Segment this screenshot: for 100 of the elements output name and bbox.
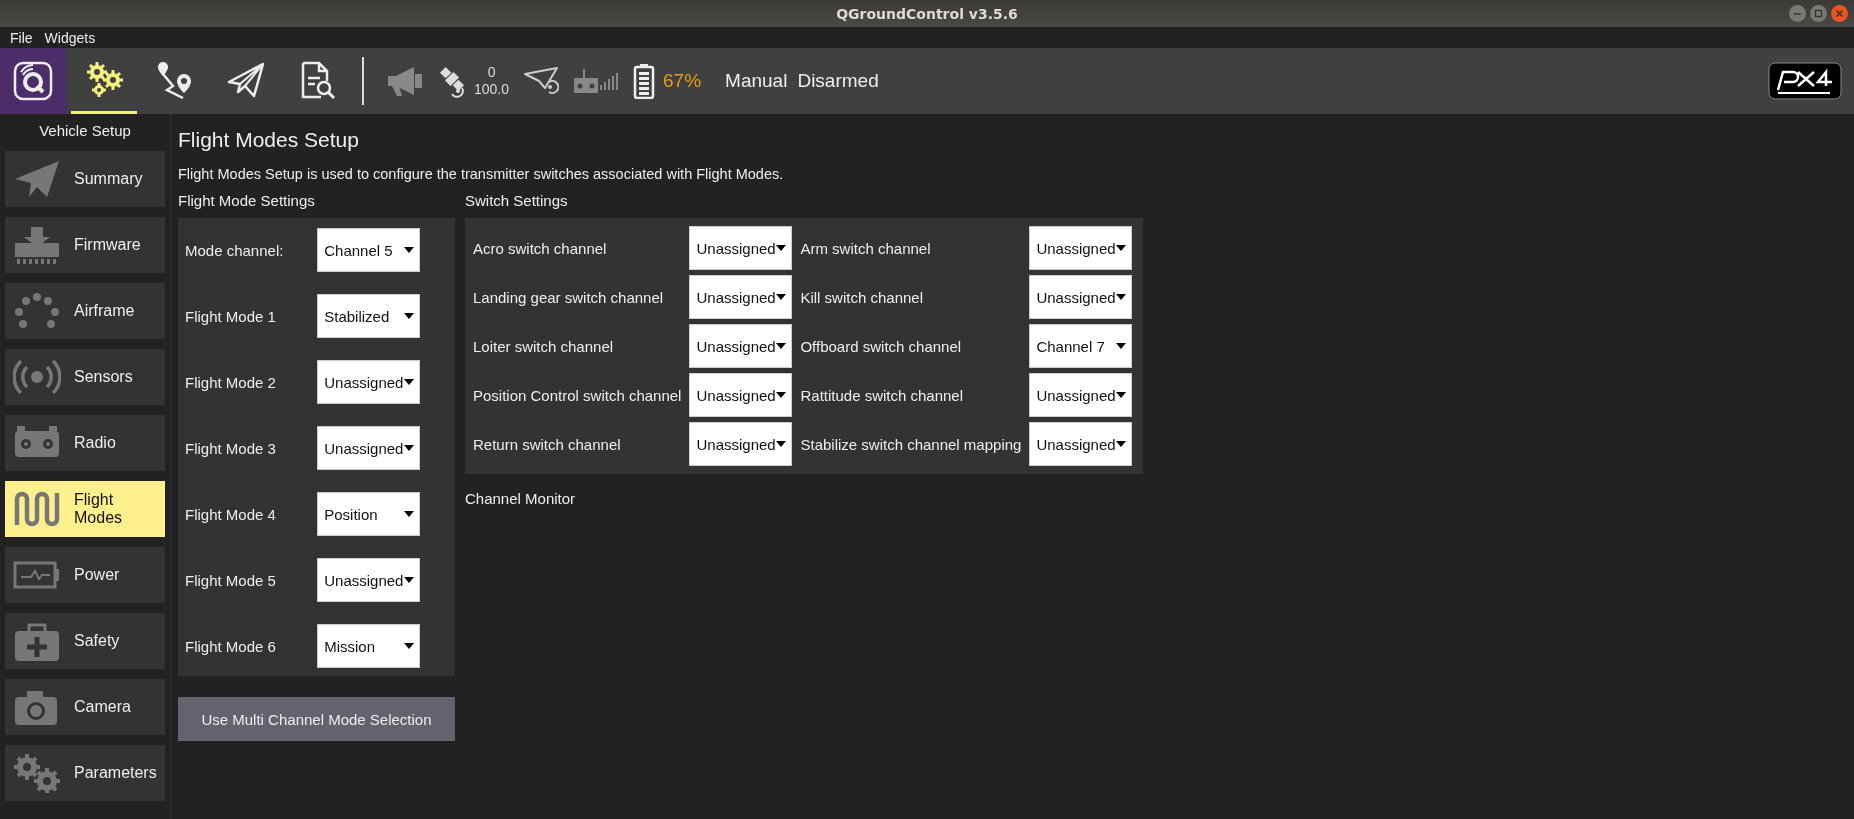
caret-icon [404, 379, 415, 385]
dropdown[interactable]: Unassigned [317, 558, 421, 602]
field-label: Offboard switch channel [800, 337, 963, 355]
field-label: Mode channel: [185, 241, 285, 259]
arm-state-button[interactable]: Disarmed [797, 70, 879, 92]
sidebar-item[interactable]: Power [5, 547, 165, 603]
field-label: Flight Mode 2 [185, 373, 277, 391]
app-logo-button[interactable] [0, 48, 66, 114]
signal-bars-icon [599, 71, 620, 91]
field-label: Return switch channel [473, 435, 622, 453]
field-label: Acro switch channel [473, 239, 608, 257]
dropdown[interactable]: Unassigned [689, 226, 793, 270]
maximize-icon [1814, 9, 1823, 18]
field-label: Landing gear switch channel [473, 288, 665, 306]
dropdown[interactable]: Channel 7 [1029, 324, 1133, 368]
field-label: Position Control switch channel [473, 386, 682, 404]
field-label: Loiter switch channel [473, 337, 615, 355]
satellite-count: 0 [487, 64, 496, 81]
radio-transmitter-icon [573, 67, 600, 95]
dropdown[interactable]: Mission [317, 624, 421, 668]
battery-icon [633, 63, 656, 99]
rc-rssi-indicator[interactable] [573, 67, 620, 95]
paper-plane-icon [13, 159, 61, 199]
section-heading: Flight Mode Settings [178, 192, 316, 209]
dropdown[interactable]: Unassigned [689, 275, 793, 319]
hdop-value: 100.0 [474, 81, 510, 98]
caret-icon [1116, 343, 1127, 349]
dropdown[interactable]: Stabilized [317, 294, 421, 338]
sidebar-item[interactable]: Airframe [5, 283, 165, 339]
minimize-button[interactable] [1789, 5, 1806, 22]
sidebar-item[interactable]: Firmware [5, 217, 165, 273]
dropdown[interactable]: Unassigned [689, 324, 793, 368]
sidebar-item[interactable]: Safety [5, 613, 165, 669]
gears-icon [84, 59, 124, 100]
dropdown[interactable]: Unassigned [1029, 373, 1133, 417]
dropdown[interactable]: Unassigned [689, 422, 793, 466]
section-heading: Channel Monitor [465, 490, 577, 507]
gears-icon [13, 753, 61, 793]
battery-indicator[interactable]: 67% [633, 63, 702, 99]
sidebar-item[interactable]: Camera [5, 679, 165, 735]
dots-icon [13, 291, 61, 331]
caret-icon [1116, 245, 1127, 251]
field-label: Arm switch channel [800, 239, 932, 257]
app-logo-icon [13, 61, 53, 101]
field-label: Rattitude switch channel [800, 386, 965, 404]
caret-icon [776, 441, 787, 447]
gps-indicator[interactable]: 0 100.0 [438, 64, 510, 98]
menu-item[interactable]: File [4, 29, 39, 46]
sidebar-item[interactable]: Sensors [5, 349, 165, 405]
first-aid-kit-icon [13, 621, 61, 661]
caret-icon [776, 392, 787, 398]
caret-icon [404, 313, 415, 319]
wave-icon [13, 489, 61, 529]
multi-channel-button[interactable]: Use Multi Channel Mode Selection [178, 697, 455, 741]
maximize-button[interactable] [1810, 5, 1827, 22]
broadcast-icon [13, 357, 61, 397]
dropdown[interactable]: Position [317, 492, 421, 536]
caret-icon [1116, 294, 1127, 300]
dropdown[interactable]: Unassigned [317, 360, 421, 404]
field-label: Stabilize switch channel mapping [800, 435, 1022, 453]
menu-item[interactable]: Widgets [38, 29, 102, 46]
sidebar-item[interactable]: Summary [5, 151, 165, 207]
dropdown[interactable]: Unassigned [317, 426, 421, 470]
close-icon [1835, 9, 1844, 18]
field-label: Kill switch channel [800, 288, 924, 306]
field-label: Flight Mode 5 [185, 571, 277, 589]
dropdown[interactable]: Unassigned [689, 373, 793, 417]
caret-icon [404, 247, 415, 253]
page-description: Flight Modes Setup is used to configure the transmitter switches associated with Flight Modes. [178, 166, 785, 182]
caret-icon [776, 245, 787, 251]
caret-icon [776, 343, 787, 349]
sidebar-item[interactable]: Parameters [5, 745, 165, 801]
caret-icon [776, 294, 787, 300]
sidebar-title: Vehicle Setup [39, 122, 131, 139]
field-label: Flight Mode 4 [185, 505, 277, 523]
telemetry-indicator[interactable] [523, 66, 560, 96]
dropdown[interactable]: Unassigned [1029, 226, 1133, 270]
field-label: Flight Mode 6 [185, 637, 277, 655]
caret-icon [1116, 392, 1127, 398]
dropdown[interactable]: Unassigned [1029, 422, 1133, 466]
messages-indicator[interactable] [386, 64, 424, 98]
caret-icon [1116, 441, 1127, 447]
caret-icon [404, 445, 415, 451]
caret-icon [404, 643, 415, 649]
caret-icon [404, 511, 415, 517]
dropdown[interactable]: Unassigned [1029, 275, 1133, 319]
page-title: Flight Modes Setup [178, 128, 360, 152]
px4-logo-icon [1768, 62, 1842, 100]
sidebar-item[interactable]: Radio [5, 415, 165, 471]
window-title: QGroundControl v3.5.6 [836, 5, 1018, 22]
field-label: Flight Mode 3 [185, 439, 277, 457]
megaphone-icon [386, 64, 424, 98]
close-button[interactable] [1831, 5, 1848, 22]
sidebar-item[interactable]: Flight Modes [5, 481, 165, 537]
dropdown[interactable]: Channel 5 [317, 228, 421, 272]
flight-mode-selector[interactable]: Manual [725, 70, 788, 92]
download-icon [13, 225, 61, 265]
section-heading: Switch Settings [465, 192, 569, 209]
caret-icon [404, 577, 415, 583]
field-label: Flight Mode 1 [185, 307, 277, 325]
